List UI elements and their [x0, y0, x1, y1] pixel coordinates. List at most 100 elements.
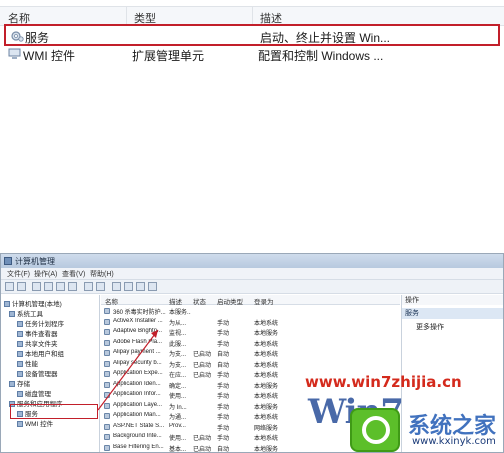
service-startup: 手动: [217, 341, 230, 348]
forward-icon[interactable]: [17, 282, 26, 291]
service-startup: 自动: [217, 352, 230, 358]
start-service-icon[interactable]: [112, 282, 121, 291]
service-name: Application Laye...: [113, 401, 163, 408]
service-gear-icon: [104, 339, 110, 346]
storage-icon: [9, 381, 15, 388]
service-logon: 本地系统: [254, 320, 279, 327]
disk-icon: [17, 391, 23, 398]
service-name: Alipay security b...: [113, 359, 162, 366]
more-actions-link[interactable]: 更多操作: [416, 322, 444, 332]
tree-item-wmi[interactable]: WMI 控件: [17, 418, 53, 428]
service-row[interactable]: Alipay payment ... 为支... 已启动 自动 本地系统: [101, 348, 400, 358]
refresh-icon[interactable]: [56, 282, 65, 291]
column-header-logon[interactable]: 登录为: [254, 296, 274, 306]
menu-bar: 文件(F) 操作(A) 查看(V) 帮助(H): [1, 268, 503, 280]
tree-item[interactable]: 系统工具: [9, 308, 43, 318]
service-row[interactable]: Adobe Flash Pla... 此服... 手动 本地系统: [101, 338, 400, 348]
service-row[interactable]: ActiveX Installer ... 为从... 手动 本地系统: [101, 317, 400, 327]
show-hide-tree-icon[interactable]: [44, 282, 53, 291]
menu-view[interactable]: 查看(V): [62, 269, 85, 279]
tree-item[interactable]: 存储: [9, 378, 30, 388]
row-name: WMI 控件: [23, 49, 75, 63]
up-icon[interactable]: [32, 282, 41, 291]
service-logon: 本地服务: [254, 383, 279, 390]
service-gear-icon: [104, 413, 110, 419]
service-gear-icon: [104, 371, 110, 377]
list-header: 名称 类型 描述: [0, 6, 504, 26]
export-icon[interactable]: [68, 282, 77, 291]
service-row[interactable]: Alipay security b... 为支... 已启动 自动 本地系统: [101, 359, 400, 369]
image-divider: [0, 243, 504, 253]
list-row-wmi-control[interactable]: WMI 控件 扩展管理单元 配置和控制 Windows ...: [4, 44, 500, 66]
help-icon[interactable]: [84, 282, 93, 291]
service-name: Application Iden...: [113, 380, 161, 387]
service-status: 已启动: [193, 352, 212, 358]
service-logon: 本地系统: [254, 352, 279, 358]
tree-item[interactable]: 任务计划程序: [17, 318, 64, 328]
service-gear-icon: [104, 329, 110, 335]
tree-item[interactable]: 事件查看器: [17, 328, 58, 338]
service-desc: Prov...: [169, 422, 186, 429]
tree-item[interactable]: 本地用户和组: [17, 348, 64, 358]
row-description: 配置和控制 Windows ...: [258, 49, 384, 63]
service-logon: 本地系统: [254, 362, 279, 369]
watermark-site: www.kxinyk.com: [412, 436, 496, 447]
service-gear-icon: [104, 381, 110, 388]
service-name: Adobe Flash Pla...: [113, 338, 163, 345]
tree-item[interactable]: 磁盘管理: [17, 388, 51, 398]
service-name: Alipay payment ...: [113, 349, 161, 355]
window-title: 计算机管理: [15, 257, 55, 266]
event-viewer-icon: [17, 331, 23, 338]
service-row[interactable]: 360 杀毒实时防护... 本服务...: [101, 306, 400, 316]
stop-service-icon[interactable]: [124, 282, 133, 291]
service-status: 已启动: [193, 362, 212, 369]
back-icon[interactable]: [5, 282, 14, 291]
service-desc: 使用...: [169, 394, 187, 400]
menu-file[interactable]: 文件(F): [7, 269, 30, 279]
service-gear-icon: [104, 434, 110, 440]
window-titlebar[interactable]: 计算机管理: [1, 254, 503, 268]
service-startup: 自动: [217, 362, 230, 369]
computer-icon: [4, 301, 10, 308]
service-gear-icon: [104, 423, 110, 430]
service-gear-icon: [104, 350, 110, 356]
list-row-services[interactable]: 服务 启动、终止并设置 Win...: [4, 24, 500, 46]
tree-item[interactable]: 性能: [17, 358, 38, 368]
service-desc: 为支...: [169, 352, 187, 358]
service-startup: 手动: [217, 436, 230, 442]
service-startup: 手动: [217, 331, 230, 337]
tree-item[interactable]: 共享文件夹: [17, 338, 58, 348]
row-type: 扩展管理单元: [132, 49, 205, 63]
watermark-url: www.win7zhijia.cn: [305, 373, 462, 391]
service-desc: 为从...: [169, 320, 187, 327]
actions-section-services[interactable]: 服务: [402, 308, 503, 319]
menu-help[interactable]: 帮助(H): [90, 269, 114, 279]
service-startup: 手动: [217, 404, 230, 411]
column-header-desc[interactable]: 描述: [169, 296, 182, 306]
pause-service-icon[interactable]: [136, 282, 145, 291]
menu-action[interactable]: 操作(A): [34, 269, 57, 279]
service-logon: 本地系统: [254, 373, 279, 379]
column-header-status[interactable]: 状态: [193, 296, 206, 306]
service-name: ActiveX Installer ...: [113, 317, 163, 324]
column-header-startup[interactable]: 启动类型: [217, 296, 243, 306]
service-name: 360 杀毒实时防护...: [113, 310, 166, 316]
service-startup: 手动: [217, 373, 230, 379]
app-icon: [4, 257, 12, 265]
zoomed-list-panel: 名称 类型 描述 服务 启动、终止并设置 Win... WMI 控件 扩展管理单…: [0, 0, 504, 243]
service-desc: 使用...: [169, 436, 187, 442]
service-desc: 本服务...: [169, 310, 191, 316]
service-name: Base Filtering En...: [113, 443, 164, 450]
watermark-power-icon: [350, 408, 400, 452]
service-row[interactable]: Adaptive Brightn... 监视... 手动 本地服务: [101, 327, 400, 337]
properties-icon[interactable]: [96, 282, 105, 291]
wmi-computer-icon: [8, 48, 21, 59]
tree-item[interactable]: 计算机管理(本地): [4, 298, 62, 308]
users-icon: [17, 351, 23, 358]
shared-folder-icon: [17, 341, 23, 348]
service-logon: 网络服务: [254, 425, 279, 432]
task-scheduler-icon: [17, 321, 23, 328]
restart-service-icon[interactable]: [148, 282, 157, 291]
column-header-name[interactable]: 名称: [105, 296, 118, 306]
tree-item[interactable]: 设备管理器: [17, 368, 58, 378]
